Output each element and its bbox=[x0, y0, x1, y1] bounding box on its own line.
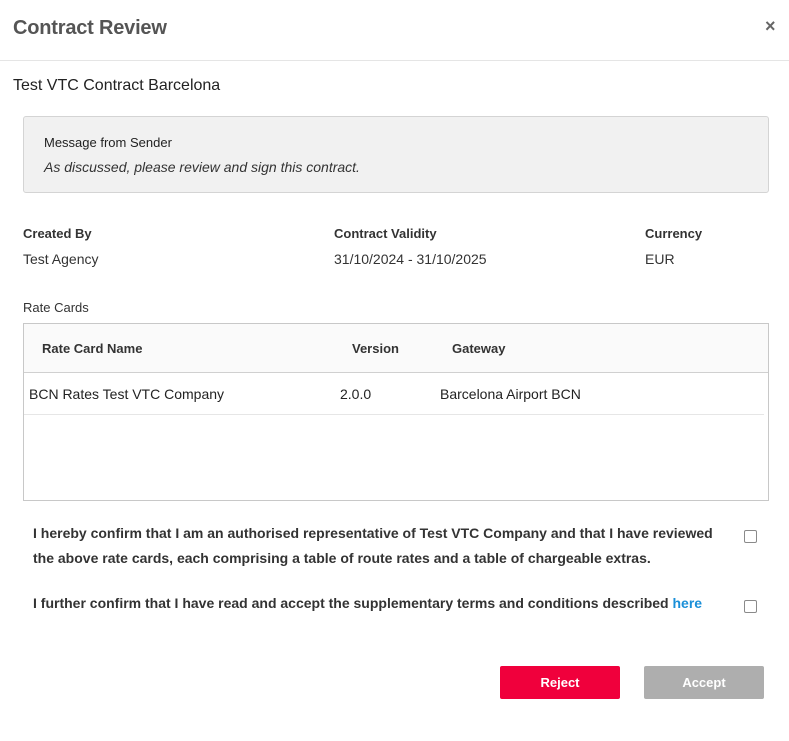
modal-title: Contract Review bbox=[13, 17, 167, 39]
currency-label: Currency bbox=[645, 226, 703, 241]
close-icon[interactable]: × bbox=[765, 16, 776, 36]
sender-message-box: Message from Sender As discussed, please… bbox=[23, 116, 769, 193]
table-header: Rate Card Name Version Gateway bbox=[24, 324, 768, 373]
column-header-gateway: Gateway bbox=[452, 341, 506, 356]
validity-label: Contract Validity bbox=[334, 226, 437, 241]
created-by-section: Created By Test Agency bbox=[23, 226, 99, 267]
terms-confirmation-label: I further confirm that I have read and a… bbox=[33, 595, 673, 611]
accept-button[interactable]: Accept bbox=[644, 666, 764, 699]
terms-checkbox[interactable] bbox=[744, 600, 757, 613]
created-by-label: Created By bbox=[23, 226, 92, 241]
version-cell: 2.0.0 bbox=[340, 386, 372, 402]
rate-card-name-cell: BCN Rates Test VTC Company bbox=[29, 386, 225, 402]
message-label: Message from Sender bbox=[44, 135, 172, 150]
terms-confirmation-text: I further confirm that I have read and a… bbox=[33, 591, 723, 616]
currency-value: EUR bbox=[645, 251, 675, 267]
gateway-cell: Barcelona Airport BCN bbox=[440, 386, 581, 402]
contract-name: Test VTC Contract Barcelona bbox=[13, 77, 221, 94]
authorisation-checkbox[interactable] bbox=[744, 530, 757, 543]
table-row[interactable]: BCN Rates Test VTC Company 2.0.0 Barcelo… bbox=[24, 373, 764, 415]
validity-value: 31/10/2024 - 31/10/2025 bbox=[334, 251, 487, 267]
rate-cards-label: Rate Cards bbox=[23, 300, 89, 315]
created-by-value: Test Agency bbox=[23, 251, 99, 267]
currency-section: Currency EUR bbox=[645, 226, 702, 267]
validity-section: Contract Validity 31/10/2024 - 31/10/202… bbox=[334, 226, 487, 267]
column-header-rate-card-name: Rate Card Name bbox=[42, 341, 143, 356]
rate-cards-table: Rate Card Name Version Gateway BCN Rates… bbox=[23, 323, 769, 501]
column-header-version: Version bbox=[352, 341, 399, 356]
modal-header: Contract Review × bbox=[0, 0, 789, 61]
reject-button[interactable]: Reject bbox=[500, 666, 620, 699]
terms-link[interactable]: here bbox=[672, 595, 702, 611]
message-text: As discussed, please review and sign thi… bbox=[44, 159, 360, 175]
authorisation-confirmation-text: I hereby confirm that I am an authorised… bbox=[33, 525, 713, 566]
